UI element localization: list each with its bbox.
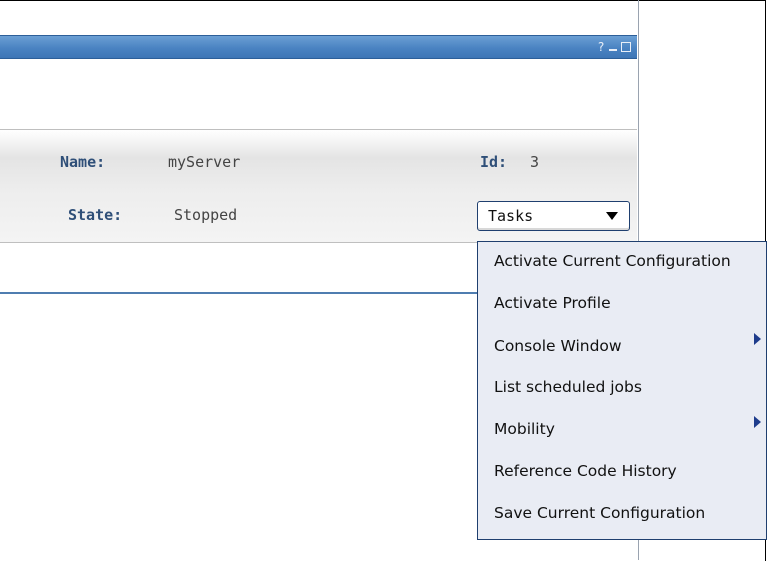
menu-item-activate-current-configuration[interactable]: Activate Current Configuration (494, 248, 731, 274)
tasks-menu: Activate Current Configuration Activate … (477, 241, 767, 540)
menu-item-activate-profile[interactable]: Activate Profile (494, 290, 611, 316)
state-label: State: (68, 206, 123, 224)
menu-item-list-scheduled-jobs[interactable]: List scheduled jobs (494, 374, 642, 400)
tasks-dropdown[interactable]: Tasks (477, 201, 630, 231)
maximize-icon[interactable] (621, 42, 631, 52)
tasks-dropdown-label: Tasks (488, 207, 534, 225)
minimize-icon[interactable] (608, 41, 618, 53)
id-value: 3 (530, 153, 540, 171)
help-button[interactable]: ? (596, 41, 606, 53)
menu-item-mobility[interactable]: Mobility (494, 416, 555, 442)
id-label: Id: (480, 153, 508, 171)
name-value: myServer (168, 153, 241, 171)
chevron-down-icon (606, 212, 618, 220)
menu-item-reference-code-history[interactable]: Reference Code History (494, 458, 677, 484)
submenu-arrow-icon (754, 333, 761, 345)
state-value: Stopped (174, 206, 238, 224)
menu-item-console-window[interactable]: Console Window (494, 333, 622, 359)
portlet-titlebar: ? (0, 35, 637, 59)
window-controls: ? (596, 41, 631, 53)
name-label: Name: (60, 153, 106, 171)
submenu-arrow-icon (754, 416, 761, 428)
divider-line (0, 292, 479, 294)
menu-item-save-current-configuration[interactable]: Save Current Configuration (494, 500, 705, 526)
